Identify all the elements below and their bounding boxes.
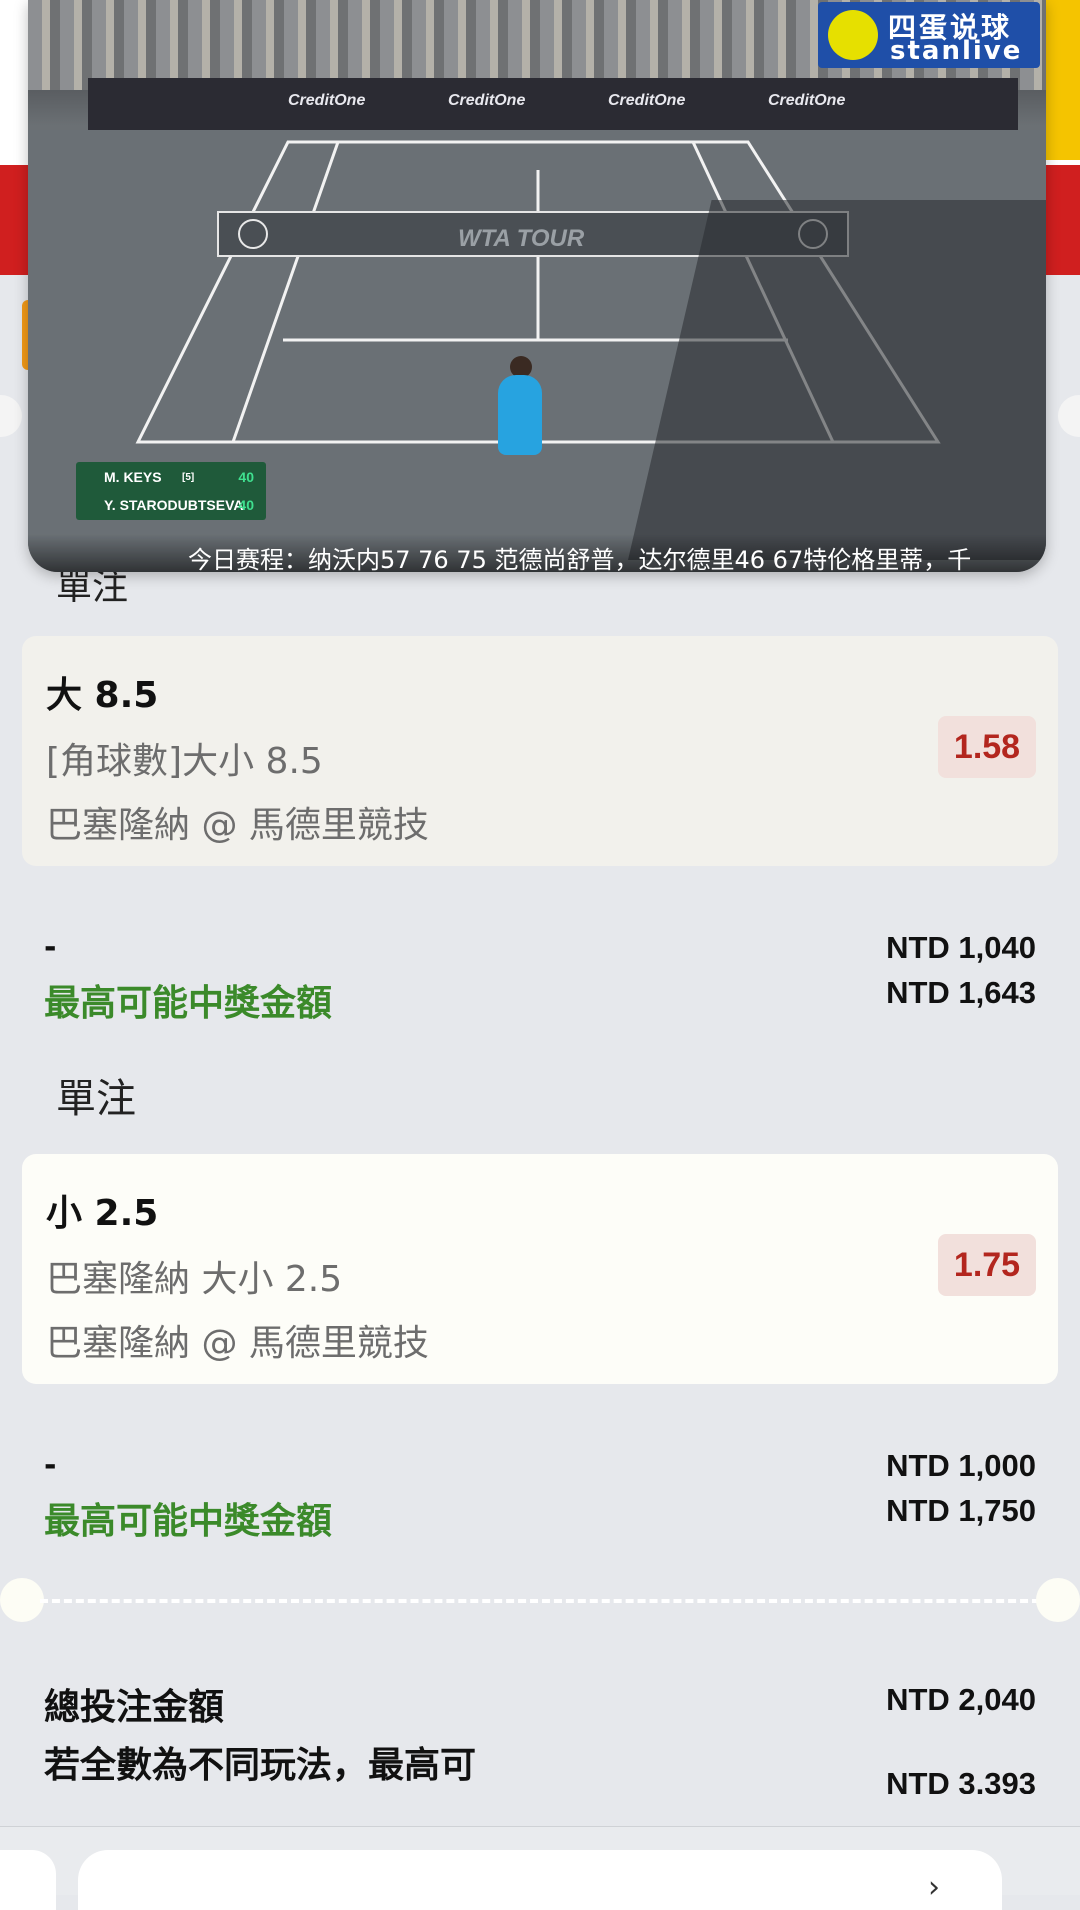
max-win-amount: NTD 1,643 <box>886 975 1036 1010</box>
ad-text: CreditOne <box>288 92 366 109</box>
ticket-notch-left <box>0 395 22 437</box>
chevron-right-icon: › <box>928 1870 940 1905</box>
bet-event: 巴塞隆納 @ 馬德里競技 <box>46 1323 429 1364</box>
bet-selection: 小 2.5 <box>46 1193 159 1234</box>
court-net-text: WTA TOUR <box>458 225 585 252</box>
logo-text-en: stanlive <box>890 36 1023 66</box>
max-win-amount: NTD 1,750 <box>886 1493 1036 1528</box>
ticket-notch-right <box>1058 395 1080 437</box>
stake-input-label[interactable]: - <box>44 1448 56 1483</box>
place-bet-button[interactable] <box>78 1850 1002 1910</box>
ad-text: CreditOne <box>448 92 526 109</box>
floating-video-player[interactable]: CreditOne CreditOne CreditOne CreditOne … <box>28 0 1046 572</box>
stake-amount: NTD 1,040 <box>886 930 1036 965</box>
multi-win-amount: NTD 3,393 <box>886 1766 1036 1794</box>
max-win-label: 最高可能中獎金額 <box>44 983 333 1024</box>
odds-badge: 1.75 <box>938 1234 1036 1296</box>
stake-amount: NTD 1,000 <box>886 1448 1036 1483</box>
total-stake-label: 總投注金額 <box>44 1687 225 1728</box>
multi-win-label: 若全數為不同玩法，最高可 <box>44 1745 477 1786</box>
bet-card[interactable]: 大 8.5 [角球數]大小 8.5 巴塞隆納 @ 馬德里競技 1.58 <box>22 636 1058 866</box>
player-name: Y. STARODUBTSEVA <box>104 497 244 513</box>
bet-event: 巴塞隆納 @ 馬德里競技 <box>46 805 429 846</box>
news-ticker: 今日赛程：纳沃内57 76 75 范德尚舒普，达尔德里46 67特伦格里蒂，千 <box>28 534 1046 572</box>
player-name: M. KEYS <box>104 469 162 485</box>
total-stake-amount: NTD 2,040 <box>886 1682 1036 1717</box>
ad-text: CreditOne <box>608 92 686 109</box>
max-win-label: 最高可能中獎金額 <box>44 1501 333 1542</box>
bet-selection: 大 8.5 <box>46 675 159 716</box>
app-accent-strip <box>1045 0 1080 160</box>
bet-market: 巴塞隆納 大小 2.5 <box>46 1259 343 1300</box>
player-points: 40 <box>238 497 254 513</box>
stake-input-label[interactable]: - <box>44 930 56 965</box>
player-figure <box>498 375 542 455</box>
tennis-ball-icon <box>828 10 878 60</box>
score-row: M. KEYS [5] 40 <box>104 464 254 490</box>
score-row: Y. STARODUBTSEVA 40 <box>104 492 254 518</box>
ticket-divider-notch-left <box>0 1578 44 1622</box>
player-seed: [5] <box>182 472 195 483</box>
section-label-single: 單注 <box>56 1076 136 1122</box>
ticket-dashed-divider <box>40 1599 1040 1603</box>
bottom-left-button[interactable] <box>0 1850 56 1910</box>
scoreboard-overlay: M. KEYS [5] 40 Y. STARODUBTSEVA 40 <box>76 462 266 520</box>
bet-card[interactable]: 小 2.5 巴塞隆納 大小 2.5 巴塞隆納 @ 馬德里競技 1.75 <box>22 1154 1058 1384</box>
stanlive-logo: 四蛋说球 stanlive <box>818 2 1040 68</box>
ticket-divider-notch-right <box>1036 1578 1080 1622</box>
player-points: 40 <box>238 469 254 485</box>
ad-text: CreditOne <box>768 92 846 109</box>
bet-market: [角球數]大小 8.5 <box>46 741 323 782</box>
ticker-text: 今日赛程：纳沃内57 76 75 范德尚舒普，达尔德里46 67特伦格里蒂，千 <box>188 546 972 572</box>
video-ad-board: CreditOne CreditOne CreditOne CreditOne <box>88 78 1018 130</box>
odds-badge: 1.58 <box>938 716 1036 778</box>
